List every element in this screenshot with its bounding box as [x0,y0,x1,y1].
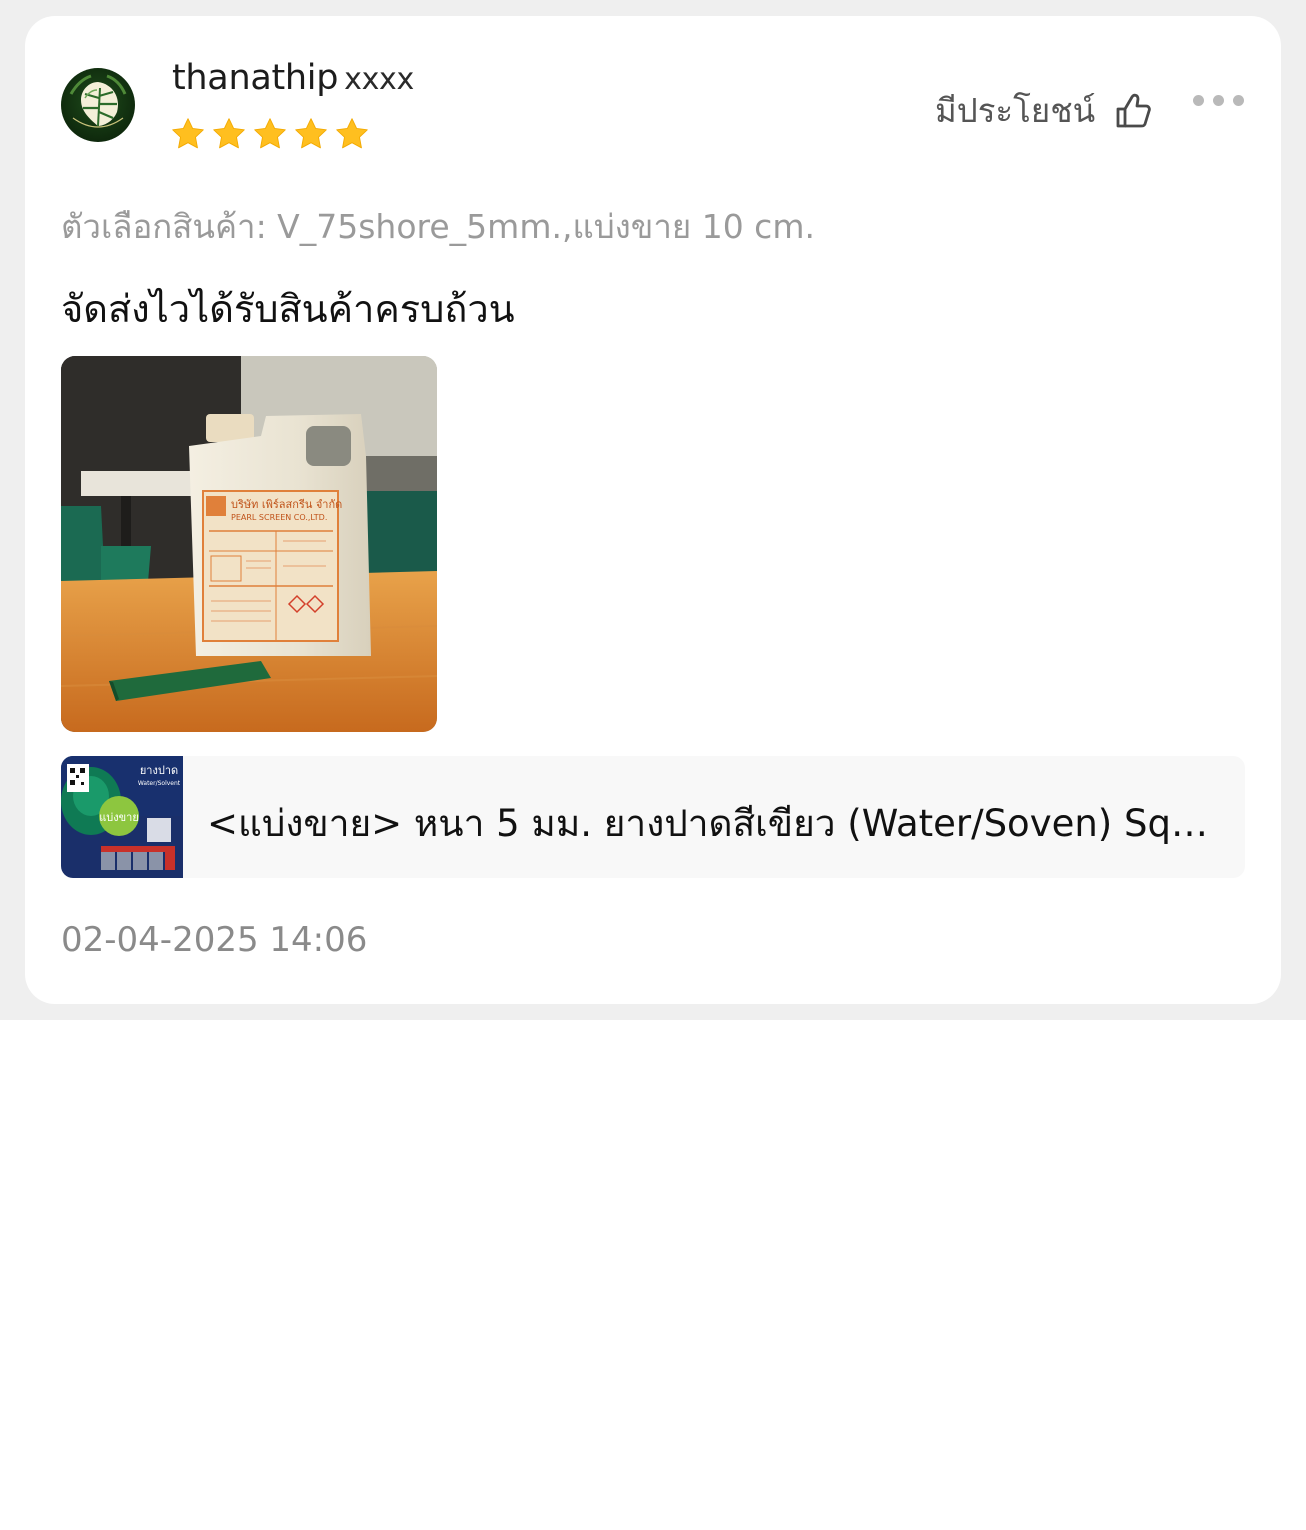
star-icon [172,118,204,149]
avatar[interactable] [61,68,135,142]
review-comment: จัดส่งไวได้รับสินค้าครบถ้วน [61,287,515,331]
star-icon [213,118,245,149]
more-dot [1213,94,1224,106]
star-icon [336,118,368,149]
product-variant: ตัวเลือกสินค้า: V_75shore_5mm.,แบ่งขาย 1… [61,207,815,246]
more-dot [1233,94,1244,106]
helpful-button[interactable]: มีประโยชน์ [935,84,1153,137]
review-timestamp: 02-04-2025 14:06 [61,920,368,960]
reviewer-name: thanathip xxxx [172,58,414,98]
product-thumbnail-image: แบ่งขาย ยางปาด Water/Solvent [61,756,183,878]
thumb-title-text: ยางปาด [140,764,178,777]
thumb-sub-text: Water/Solvent [138,780,181,787]
review-photo[interactable]: บริษัท เพิร์ลสกรีน จำกัด PEARL SCREEN CO… [61,356,437,732]
monstera-leaf-icon [69,74,127,128]
product-thumbnail: แบ่งขาย ยางปาด Water/Solvent [61,756,183,878]
star-icon [295,118,327,149]
more-options-button[interactable] [1193,90,1249,110]
product-title: <แบ่งขาย> หนา 5 มม. ยางปาดสีเขียว (Water… [207,802,1217,845]
reviewer-name-text: thanathip [172,58,339,98]
review-photo-image: บริษัท เพิร์ลสกรีน จำกัด PEARL SCREEN CO… [61,356,437,732]
linked-product[interactable]: แบ่งขาย ยางปาด Water/Solvent <แบ่งขาย> ห… [61,756,1245,878]
rating-stars [170,116,370,152]
review-card: thanathip xxxx มีประโยชน์ ตัวเลือกสินค้า:… [25,16,1281,1004]
reviewer-name-masked: xxxx [344,62,414,97]
more-dot [1193,94,1204,106]
thumbs-up-icon [1116,93,1151,127]
photo-label-company-en: PEARL SCREEN CO.,LTD. [231,513,327,522]
photo-label-company-th: บริษัท เพิร์ลสกรีน จำกัด [231,498,342,511]
helpful-label: มีประโยชน์ [935,91,1096,130]
star-icon [254,118,286,149]
thumb-badge-text: แบ่งขาย [99,811,139,824]
